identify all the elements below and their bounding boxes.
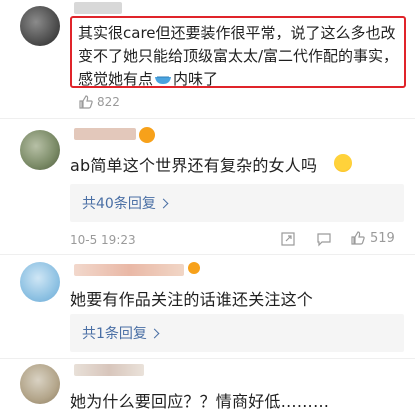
- username-blurred[interactable]: [74, 264, 184, 276]
- divider: [0, 254, 415, 255]
- like-button[interactable]: 822: [78, 94, 120, 110]
- username-blurred[interactable]: [74, 128, 136, 140]
- reply-container: 共1条回复: [70, 314, 404, 352]
- like-count: 822: [97, 95, 120, 109]
- divider: [0, 118, 415, 119]
- view-replies-link[interactable]: 共1条回复: [82, 323, 160, 343]
- username-blurred[interactable]: [74, 364, 144, 376]
- view-replies-link[interactable]: 共40条回复: [82, 193, 169, 213]
- badge-icon: [188, 262, 200, 274]
- chevron-right-icon: [149, 328, 160, 339]
- username-blurred[interactable]: [74, 2, 122, 14]
- reply-container: 共40条回复: [70, 184, 404, 222]
- avatar[interactable]: [20, 130, 60, 170]
- avatar[interactable]: [20, 6, 60, 46]
- thumbs-up-icon: [79, 95, 93, 109]
- divider: [0, 358, 415, 359]
- avatar[interactable]: [20, 364, 60, 404]
- avatar[interactable]: [20, 262, 60, 302]
- like-button[interactable]: 519: [350, 230, 395, 246]
- comment-text: 她为什么要回应？？情商好低………: [70, 392, 330, 411]
- badge-icon: [139, 127, 155, 143]
- like-count: 519: [370, 230, 395, 246]
- grinning-emoji-icon: [334, 154, 352, 172]
- bowl-icon: [154, 69, 172, 84]
- thumbs-up-icon: [351, 231, 365, 245]
- chevron-right-icon: [158, 198, 169, 209]
- share-icon[interactable]: [280, 231, 296, 247]
- comment-timestamp: 10-5 19:23: [70, 233, 136, 247]
- comment-icon[interactable]: [316, 231, 332, 247]
- comment-text: 她要有作品关注的话谁还关注这个: [70, 290, 314, 309]
- comment-text: ab简单这个世界还有复杂的女人吗: [70, 156, 318, 175]
- comment-text: 其实很care但还要装作很平常，说了这么多也改变不了她只能给顶级富太太/富二代作…: [78, 24, 399, 88]
